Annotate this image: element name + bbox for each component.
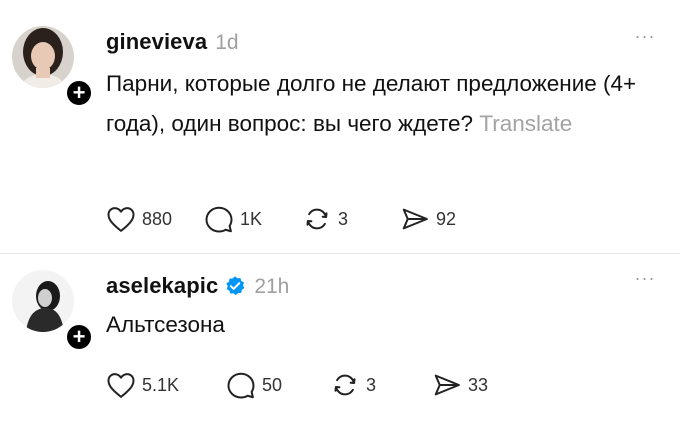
share-count: 92 [436, 208, 457, 229]
send-icon [402, 208, 428, 230]
post-actions: 5.1K 50 3 33 [106, 371, 530, 399]
repost-button[interactable]: 3 [302, 205, 400, 233]
post-actions: 880 1K 3 92 [106, 205, 498, 233]
send-icon [434, 374, 460, 396]
repost-icon [306, 208, 328, 230]
repost-count: 3 [366, 374, 377, 395]
reply-count: 1K [240, 208, 263, 229]
post-text: Парни, которые долго не делают предложен… [106, 71, 637, 136]
avatar[interactable] [12, 270, 74, 332]
comment-icon [205, 206, 233, 233]
comment-icon [227, 372, 255, 399]
username[interactable]: ginevieva [106, 29, 207, 55]
post-text: Альтсезона [106, 312, 225, 337]
avatar[interactable] [12, 26, 74, 88]
repost-icon [334, 374, 356, 396]
like-count: 880 [142, 208, 173, 229]
like-count: 5.1K [142, 374, 180, 395]
more-options-icon[interactable]: ... [635, 22, 656, 43]
share-button[interactable]: 33 [432, 371, 530, 399]
repost-button[interactable]: 3 [330, 371, 432, 399]
heart-icon [107, 207, 135, 232]
follow-plus-button[interactable]: + [64, 78, 94, 108]
share-count: 33 [468, 374, 489, 395]
reply-button[interactable]: 1K [204, 205, 302, 233]
reply-count: 50 [262, 374, 283, 395]
like-button[interactable]: 5.1K [106, 371, 226, 399]
translate-link[interactable]: Translate [479, 111, 572, 136]
more-options-icon[interactable]: ... [635, 264, 656, 285]
like-button[interactable]: 880 [106, 205, 204, 233]
post-time: 21h [254, 275, 290, 298]
share-button[interactable]: 92 [400, 205, 498, 233]
post-time: 1d [215, 31, 239, 54]
heart-icon [107, 373, 135, 398]
divider [0, 253, 680, 254]
reply-button[interactable]: 50 [226, 371, 330, 399]
verified-badge-icon [224, 275, 246, 297]
repost-count: 3 [338, 208, 349, 229]
follow-plus-button[interactable]: + [64, 322, 94, 352]
username[interactable]: aselekapic [106, 273, 218, 299]
